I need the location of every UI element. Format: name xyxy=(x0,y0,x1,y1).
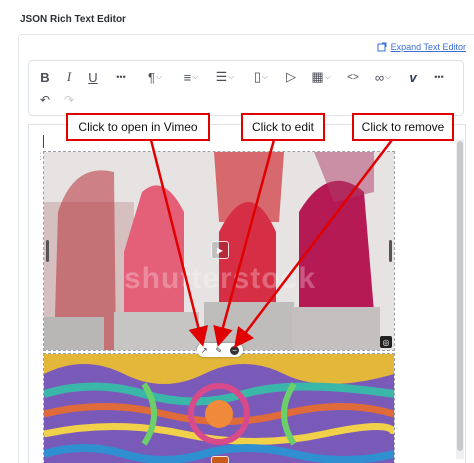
callout-remove: Click to remove xyxy=(352,113,454,141)
callout-edit: Click to edit xyxy=(241,113,325,141)
callout-open-vimeo: Click to open in Vimeo xyxy=(66,113,210,141)
annotation-arrows xyxy=(148,135,396,348)
